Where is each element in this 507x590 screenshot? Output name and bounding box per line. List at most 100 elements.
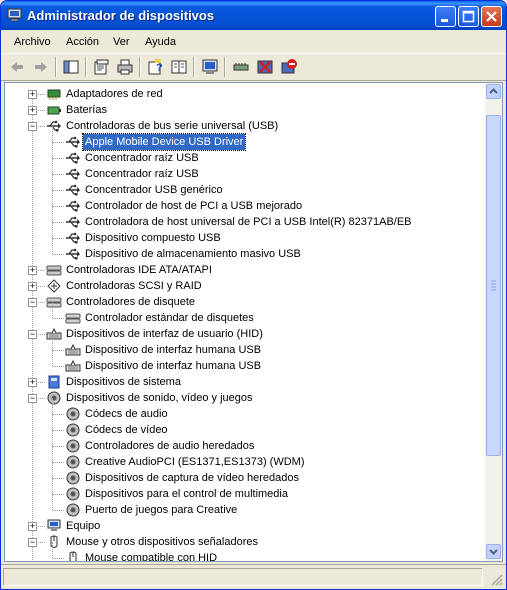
tree-item-label: Controladoras IDE ATA/ATAPI <box>66 264 212 276</box>
scroll-up-button[interactable] <box>486 84 501 99</box>
title-bar[interactable]: Administrador de dispositivos <box>1 1 506 30</box>
tree-item[interactable]: Controladoras SCSI y RAID <box>5 278 486 294</box>
tree-item[interactable]: Concentrador USB genérico <box>5 182 486 198</box>
tree-item[interactable]: Equipo <box>5 518 486 534</box>
resize-grip-icon[interactable] <box>490 573 503 586</box>
battery-icon <box>47 106 61 115</box>
tree-item[interactable]: Creative AudioPCI (ES1371,ES1373) (WDM) <box>5 454 486 470</box>
menu-ver[interactable]: Ver <box>113 36 130 48</box>
sound-icon <box>66 471 80 485</box>
sound-icon <box>66 423 80 437</box>
menu-bar: Archivo Acción Ver Ayuda <box>1 31 506 54</box>
tree-item[interactable]: Controladora de host universal de PCI a … <box>5 214 486 230</box>
tree-item-label: Controladores de disquete <box>66 296 196 308</box>
menu-accion[interactable]: Acción <box>66 36 99 48</box>
tree-item-label: Controladora de host universal de PCI a … <box>85 216 412 228</box>
tree-item-label: Dispositivos de interfaz de usuario (HID… <box>66 328 263 340</box>
sound-icon <box>66 487 80 501</box>
sound-icon <box>66 407 80 421</box>
tree-item[interactable]: Baterías <box>5 102 486 118</box>
menu-ayuda[interactable]: Ayuda <box>145 36 176 48</box>
hid-icon <box>46 327 62 340</box>
tree-item-label: Controlador de host de PCI a USB mejorad… <box>85 200 303 212</box>
usb-icon <box>66 248 80 260</box>
usb-icon <box>47 120 61 132</box>
forward-icon[interactable] <box>31 57 51 77</box>
tree-item-label: Dispositivos de sistema <box>66 376 181 388</box>
tree-item[interactable]: Dispositivos de captura de vídeo heredad… <box>5 470 486 486</box>
usb-icon <box>66 136 80 148</box>
ide-controller-icon <box>46 265 62 276</box>
usb-icon <box>66 200 80 212</box>
maximize-icon <box>462 10 475 23</box>
vertical-scrollbar[interactable] <box>485 82 503 562</box>
tree-item[interactable]: Apple Mobile Device USB Driver <box>5 133 486 151</box>
tree-item[interactable]: Adaptadores de red <box>5 86 486 102</box>
toolbar: ? <box>1 54 506 81</box>
tree-item-label: Controlador estándar de disquetes <box>85 312 254 324</box>
tree-item[interactable]: Dispositivo de interfaz humana USB <box>5 358 486 374</box>
usb-icon <box>66 216 80 228</box>
tree-item-label: Dispositivos para el control de multimed… <box>85 488 288 500</box>
grip-icon <box>491 280 496 291</box>
tree-item[interactable]: Controladoras IDE ATA/ATAPI <box>5 262 486 278</box>
svg-text:?: ? <box>156 62 163 74</box>
tree-item[interactable]: Mouse y otros dispositivos señaladores <box>5 534 486 550</box>
tree-item-label: Controladoras SCSI y RAID <box>66 280 202 292</box>
tree-item-label: Concentrador raíz USB <box>85 152 199 164</box>
tree-item-label: Códecs de vídeo <box>85 424 168 436</box>
tree-item[interactable]: Dispositivo de almacenamiento masivo USB <box>5 246 486 262</box>
show-hide-tree-icon[interactable] <box>61 57 81 77</box>
tree-item[interactable]: Controlador de host de PCI a USB mejorad… <box>5 198 486 214</box>
scroll-thumb[interactable] <box>486 115 501 456</box>
tree-item[interactable]: Concentrador raíz USB <box>5 150 486 166</box>
tree-item-label: Puerto de juegos para Creative <box>85 504 238 516</box>
computer-icon <box>47 519 61 531</box>
print-icon[interactable] <box>115 57 135 77</box>
close-button[interactable] <box>481 6 502 27</box>
minimize-button[interactable] <box>435 6 456 27</box>
sound-icon <box>47 391 61 405</box>
tree-item-label: Dispositivo de interfaz humana USB <box>85 360 262 372</box>
mouse-icon <box>50 535 58 548</box>
tree-item-label: Dispositivo de almacenamiento masivo USB <box>85 248 301 260</box>
hid-icon <box>65 343 81 356</box>
device-tree[interactable]: + Adaptadores de red + Baterías − Controlador… <box>4 82 487 562</box>
scan-hardware-icon[interactable] <box>200 57 220 77</box>
tree-item[interactable]: Dispositivos de interfaz de usuario (HID… <box>5 326 486 342</box>
uninstall-icon[interactable] <box>255 57 275 77</box>
tree-item[interactable]: Dispositivos para el control de multimed… <box>5 486 486 502</box>
tree-item-label: Apple Mobile Device USB Driver <box>81 133 247 151</box>
tree-item[interactable]: Concentrador raíz USB <box>5 166 486 182</box>
disable-icon[interactable] <box>279 57 299 77</box>
maximize-button[interactable] <box>458 6 479 27</box>
close-icon <box>486 11 497 22</box>
status-panel <box>3 568 483 586</box>
scsi-icon <box>47 279 61 293</box>
tree-item[interactable]: Códecs de audio <box>5 406 486 422</box>
scroll-down-button[interactable] <box>486 544 501 559</box>
mouse-icon <box>69 551 77 561</box>
tree-item[interactable]: Puerto de juegos para Creative <box>5 502 486 518</box>
tree-item[interactable]: Dispositivo compuesto USB <box>5 230 486 246</box>
sound-icon <box>66 455 80 469</box>
tree-item[interactable]: Controladoras de bus serie universal (US… <box>5 118 486 134</box>
tree-item[interactable]: Códecs de vídeo <box>5 422 486 438</box>
tree-item[interactable]: Dispositivos de sistema <box>5 374 486 390</box>
tree-item[interactable]: Controladores de disquete <box>5 294 486 310</box>
usb-icon <box>66 232 80 244</box>
tree-item[interactable]: Dispositivo de interfaz humana USB <box>5 342 486 358</box>
tree-item[interactable]: Controlador estándar de disquetes <box>5 310 486 326</box>
status-bar <box>1 564 506 589</box>
properties-icon[interactable] <box>91 57 111 77</box>
tree-item[interactable]: Controladores de audio heredados <box>5 438 486 454</box>
menu-archivo[interactable]: Archivo <box>14 36 51 48</box>
back-icon[interactable] <box>7 57 27 77</box>
help-icon[interactable]: ? <box>145 57 165 77</box>
tree-item-label: Concentrador raíz USB <box>85 168 199 180</box>
tree-item[interactable]: Dispositivos de sonido, vídeo y juegos <box>5 390 486 406</box>
tree-item[interactable]: Mouse compatible con HID <box>5 550 486 561</box>
floppy-controller-icon <box>65 313 81 324</box>
view-icon[interactable] <box>169 57 189 77</box>
update-driver-icon[interactable] <box>231 57 251 77</box>
